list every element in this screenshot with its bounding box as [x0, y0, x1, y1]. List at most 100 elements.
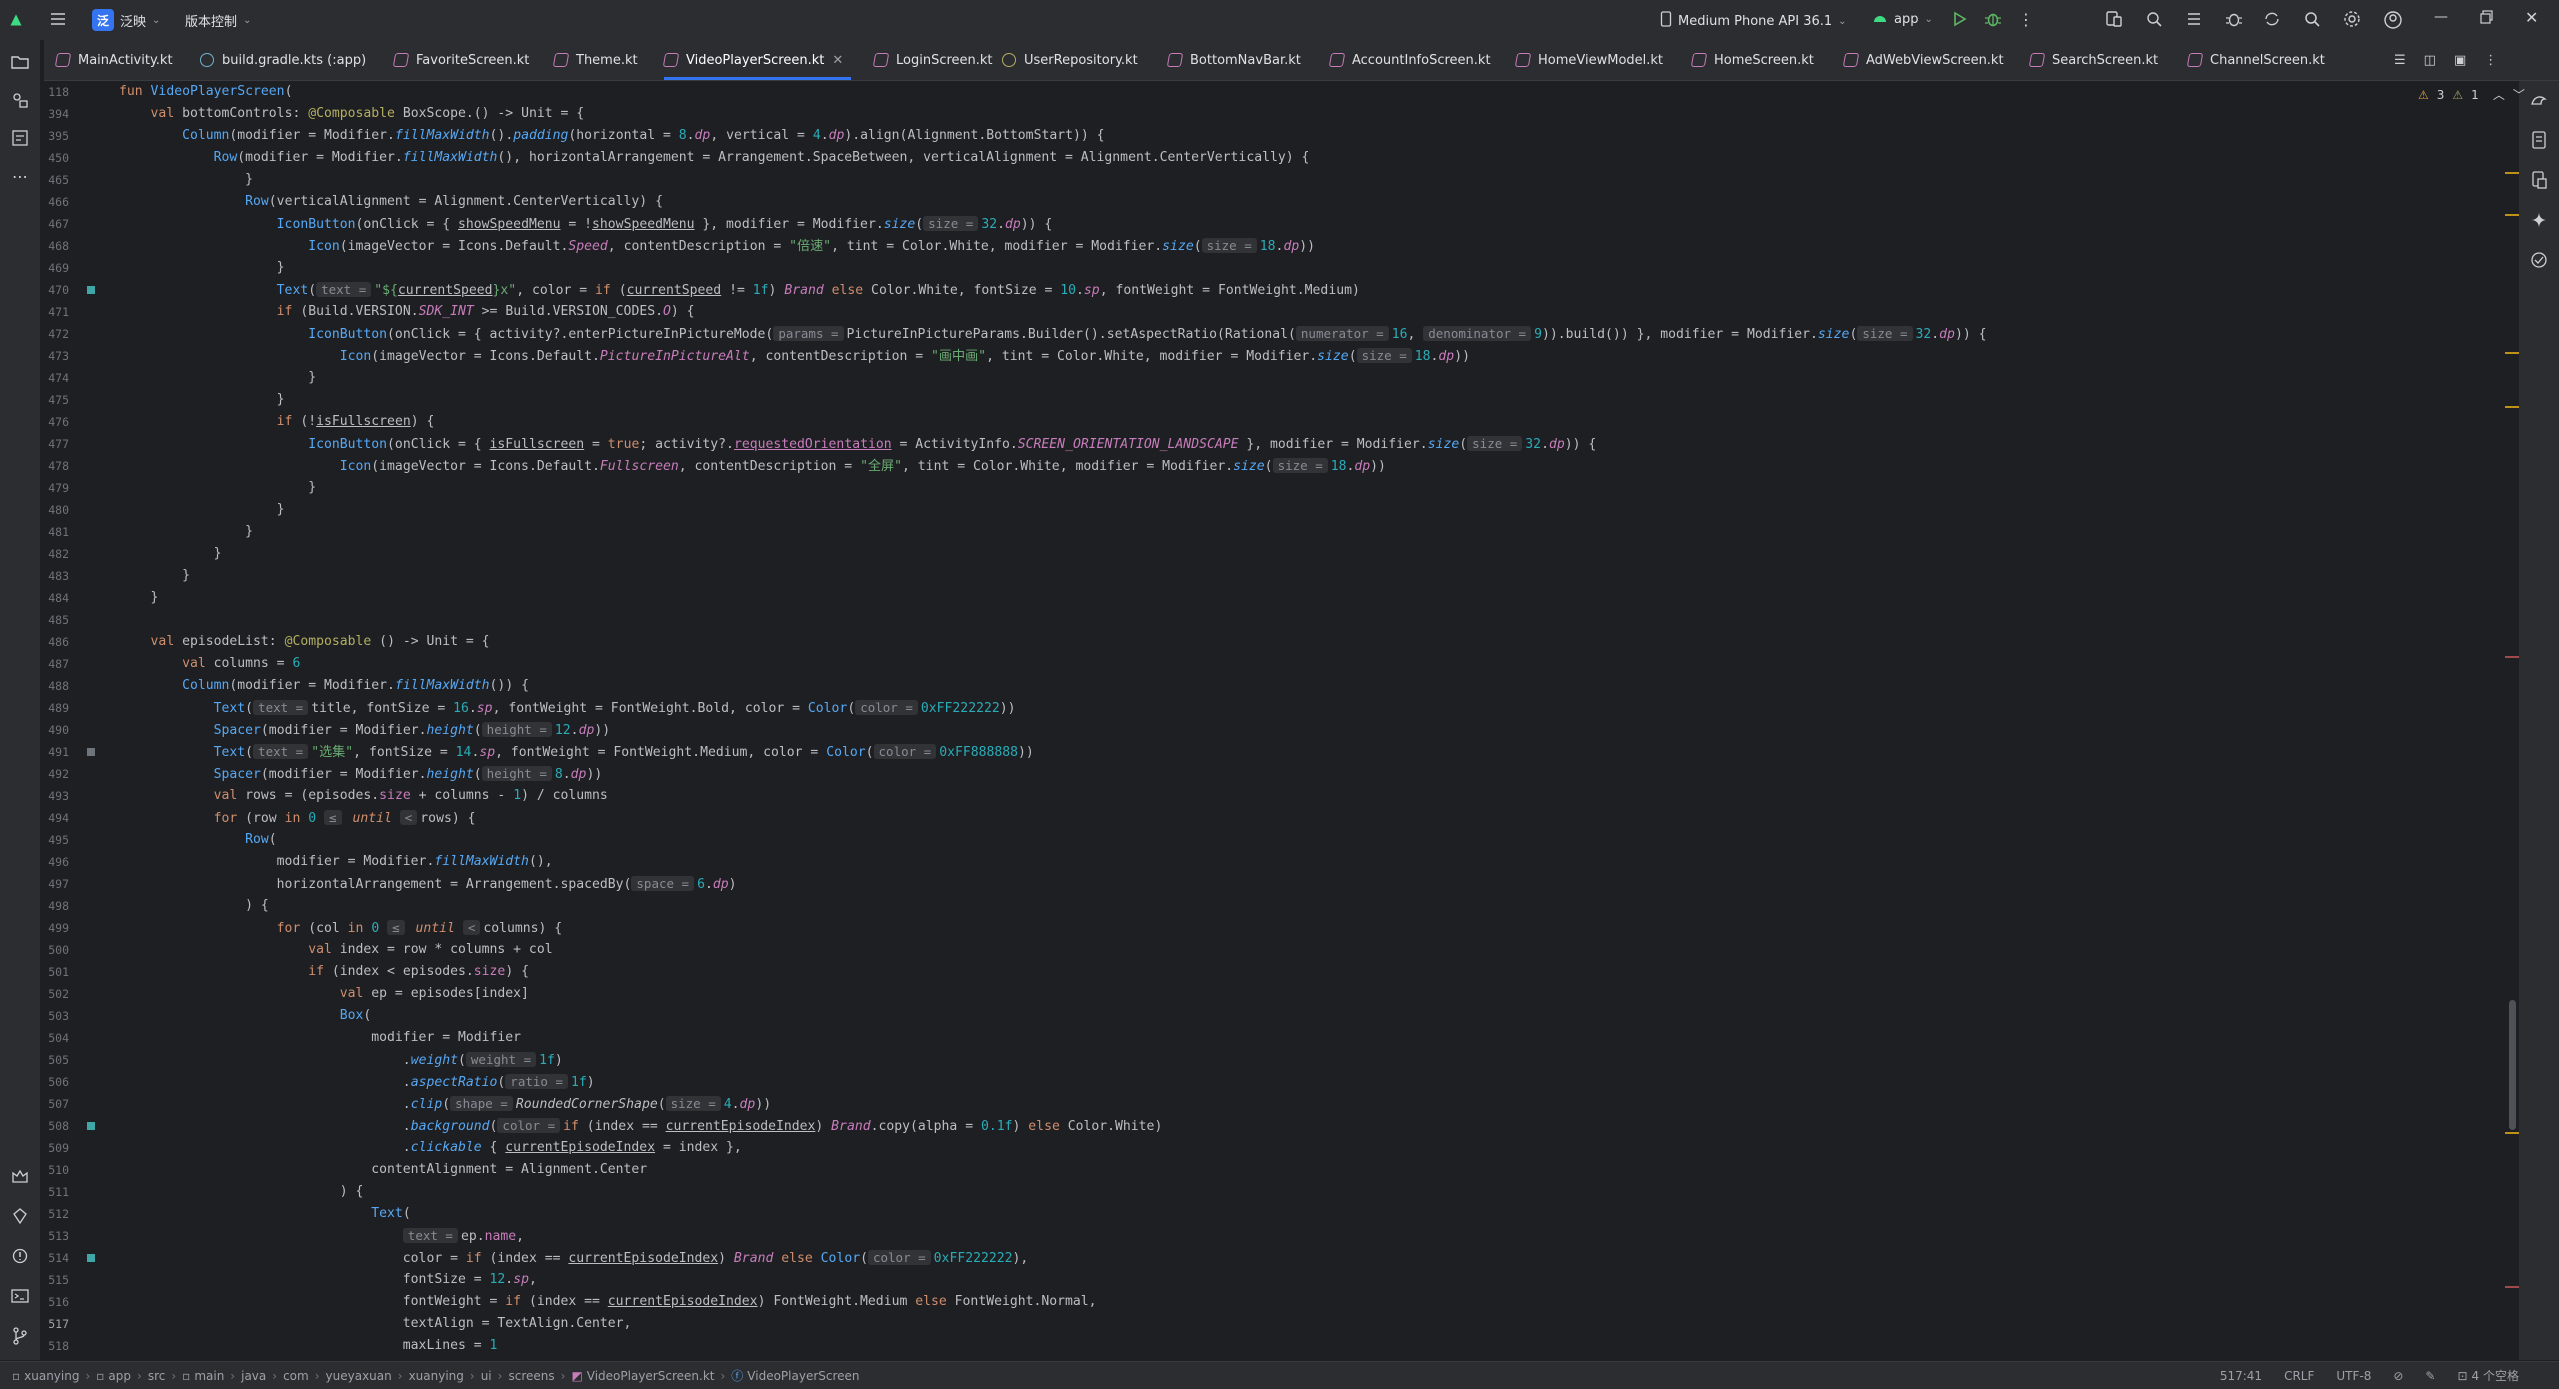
breadcrumb-item[interactable]: app	[108, 1369, 131, 1383]
tab-home-view-model[interactable]: HomeViewModel.kt	[1514, 40, 1663, 80]
breadcrumb-item[interactable]: xuanying	[24, 1369, 79, 1383]
running-devices-icon[interactable]	[2529, 170, 2549, 190]
line-number[interactable]: 468	[41, 235, 69, 257]
line-number[interactable]: 512	[41, 1203, 69, 1225]
tab-user-repository[interactable]: UserRepository.kt	[1002, 40, 1138, 80]
line-number[interactable]: 478	[41, 455, 69, 477]
breadcrumb-item[interactable]: VideoPlayerScreen.kt	[587, 1369, 715, 1383]
settings-icon[interactable]	[2343, 10, 2361, 28]
run-icon[interactable]	[1950, 10, 1968, 28]
line-number[interactable]: 518	[41, 1335, 69, 1357]
scroll-warning-mark[interactable]	[2505, 1132, 2519, 1134]
line-number[interactable]: 501	[41, 961, 69, 983]
emulator-icon[interactable]	[2529, 250, 2549, 270]
line-number[interactable]: 485	[41, 609, 69, 631]
line-number[interactable]: 471	[41, 301, 69, 323]
device-selector[interactable]: Medium Phone API 36.1 ⌄	[1660, 11, 1847, 31]
more-vertical-icon[interactable]: ⋮	[2018, 10, 2034, 29]
line-number[interactable]: 499	[41, 917, 69, 939]
line-number[interactable]: 511	[41, 1181, 69, 1203]
sync-icon[interactable]	[2263, 10, 2281, 28]
line-number[interactable]: 483	[41, 565, 69, 587]
hamburger-menu-icon[interactable]	[48, 9, 68, 29]
vertical-scrollbar[interactable]	[2509, 1000, 2516, 1130]
tab-video-player-screen[interactable]: VideoPlayerScreen.kt ✕	[662, 40, 852, 80]
search-icon[interactable]	[2303, 10, 2321, 28]
design-view-icon[interactable]: ▣	[2454, 53, 2466, 68]
line-number[interactable]: 477	[41, 433, 69, 455]
account-icon[interactable]	[2383, 10, 2403, 30]
code-editor[interactable]: fun VideoPlayerScreen( val bottomControl…	[119, 81, 2499, 1361]
resource-manager-icon[interactable]	[10, 90, 30, 110]
line-number[interactable]: 517	[41, 1313, 69, 1335]
line-number[interactable]: 502	[41, 983, 69, 1005]
line-number[interactable]: 486	[41, 631, 69, 653]
vcs-menu[interactable]: 版本控制 ⌄	[185, 11, 251, 30]
breadcrumb-item[interactable]: screens	[508, 1369, 554, 1383]
breadcrumb-item[interactable]: main	[194, 1369, 224, 1383]
line-number[interactable]: 503	[41, 1005, 69, 1027]
line-number[interactable]: 466	[41, 191, 69, 213]
chevron-down-icon[interactable]: ﹀	[2513, 86, 2525, 103]
line-number[interactable]: 482	[41, 543, 69, 565]
ai-assistant-icon[interactable]	[2529, 210, 2549, 230]
line-number[interactable]: 472	[41, 323, 69, 345]
device-file-icon[interactable]	[2529, 130, 2549, 150]
tab-main-activity[interactable]: MainActivity.kt	[54, 40, 173, 80]
scroll-error-mark[interactable]	[2505, 1286, 2519, 1288]
structure-icon[interactable]	[10, 128, 30, 148]
inspections-widget[interactable]: ⚠ 3 ⚠ 1 ︿ ﹀	[2418, 86, 2525, 103]
line-number[interactable]: 484	[41, 587, 69, 609]
tab-build-gradle[interactable]: build.gradle.kts (:app)	[200, 40, 366, 80]
line-number[interactable]: 513	[41, 1225, 69, 1247]
breadcrumb-item[interactable]: yueyaxuan	[326, 1369, 392, 1383]
line-number[interactable]: 479	[41, 477, 69, 499]
gemini-icon[interactable]	[10, 1206, 30, 1226]
tab-search-screen[interactable]: SearchScreen.kt	[2028, 40, 2158, 80]
indent-widget[interactable]: ⊡ 4 个空格	[2457, 1367, 2519, 1384]
debug-icon[interactable]	[1984, 10, 2002, 28]
line-number[interactable]: 507	[41, 1093, 69, 1115]
scroll-warning-mark[interactable]	[2505, 214, 2519, 216]
breadcrumb-item[interactable]: java	[241, 1369, 266, 1383]
line-number[interactable]: 493	[41, 785, 69, 807]
line-number[interactable]: 480	[41, 499, 69, 521]
line-number[interactable]: 516	[41, 1291, 69, 1313]
tab-account-info-screen[interactable]: AccountInfoScreen.kt	[1328, 40, 1491, 80]
breadcrumb-item[interactable]: src	[148, 1369, 166, 1383]
tab-ad-web-view-screen[interactable]: AdWebViewScreen.kt	[1842, 40, 2004, 80]
highlighting-icon[interactable]: ✎	[2425, 1369, 2435, 1383]
tab-home-screen[interactable]: HomeScreen.kt	[1690, 40, 1814, 80]
gutter-color-icon[interactable]	[87, 1122, 95, 1130]
app-inspection-icon[interactable]	[2145, 10, 2163, 28]
line-number[interactable]: 394	[41, 103, 69, 125]
profiler-icon[interactable]	[2225, 10, 2243, 28]
line-number[interactable]: 500	[41, 939, 69, 961]
tab-channel-screen[interactable]: ChannelScreen.kt	[2186, 40, 2325, 80]
git-icon[interactable]	[10, 1326, 30, 1346]
more-vertical-icon[interactable]: ⋮	[2484, 53, 2497, 68]
line-number[interactable]: 514	[41, 1247, 69, 1269]
minimize-icon[interactable]: —	[2434, 9, 2448, 25]
line-separator[interactable]: CRLF	[2284, 1369, 2314, 1383]
line-number[interactable]: 469	[41, 257, 69, 279]
line-number[interactable]: 515	[41, 1269, 69, 1291]
layout-inspector-icon[interactable]	[2185, 10, 2203, 28]
line-number[interactable]: 473	[41, 345, 69, 367]
line-number[interactable]: 474	[41, 367, 69, 389]
gutter-color-icon[interactable]	[87, 286, 95, 294]
line-number[interactable]: 476	[41, 411, 69, 433]
scroll-warning-mark[interactable]	[2505, 172, 2519, 174]
file-encoding[interactable]: UTF-8	[2336, 1369, 2371, 1383]
file-lock-icon[interactable]: ⊘	[2393, 1369, 2403, 1383]
tab-theme[interactable]: Theme.kt	[552, 40, 638, 80]
line-number[interactable]: 395	[41, 125, 69, 147]
tab-bottom-nav-bar[interactable]: BottomNavBar.kt	[1166, 40, 1301, 80]
line-number[interactable]: 508	[41, 1115, 69, 1137]
line-number[interactable]: 504	[41, 1027, 69, 1049]
line-number[interactable]: 498	[41, 895, 69, 917]
code-view-icon[interactable]: ☰	[2394, 53, 2406, 68]
tab-favorite-screen[interactable]: FavoriteScreen.kt	[392, 40, 529, 80]
line-number[interactable]: 487	[41, 653, 69, 675]
breadcrumb-item[interactable]: ui	[481, 1369, 492, 1383]
